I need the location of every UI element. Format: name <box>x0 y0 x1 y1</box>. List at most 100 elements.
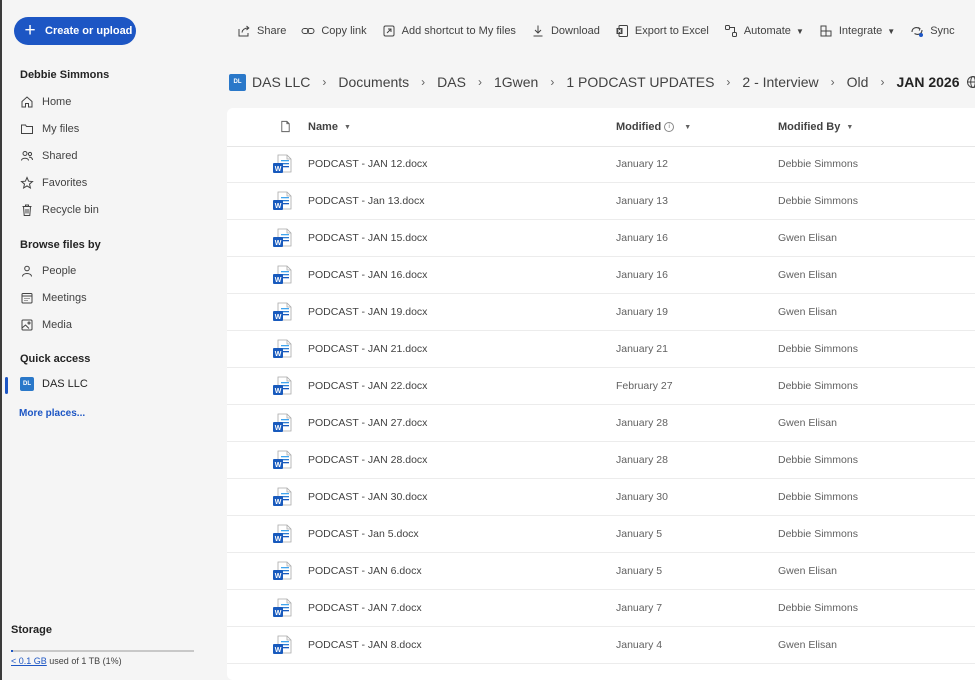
download-button[interactable]: Download <box>531 24 600 38</box>
file-row[interactable]: W PODCAST - JAN 7.docx January 7 Debbie Sim… <box>227 590 975 627</box>
sidebar-item-my-files[interactable]: My files <box>20 119 79 139</box>
breadcrumb-item[interactable]: 1Gwen <box>494 74 538 90</box>
file-row[interactable]: W PODCAST - JAN 28.docx January 28 Debbie S… <box>227 442 975 479</box>
file-name[interactable]: PODCAST - JAN 7.docx <box>308 602 422 614</box>
sidebar-item-shared[interactable]: Shared <box>20 146 77 166</box>
integrate-label: Integrate <box>838 25 883 37</box>
breadcrumb-item[interactable]: 1 PODCAST UPDATES <box>566 74 714 90</box>
share-button[interactable]: Share <box>237 24 286 38</box>
file-name[interactable]: PODCAST - Jan 5.docx <box>308 528 419 540</box>
sidebar-item-home[interactable]: Home <box>20 92 71 112</box>
svg-text:W: W <box>275 499 282 506</box>
svg-text:W: W <box>275 462 282 469</box>
sidebar-item-recycle-bin[interactable]: Recycle bin <box>20 200 99 220</box>
file-name[interactable]: PODCAST - JAN 22.docx <box>308 380 427 392</box>
breadcrumb-current: JAN 2026 <box>896 74 960 90</box>
file-modified: January 5 <box>616 565 663 577</box>
browse-files-by-heading: Browse files by <box>20 239 101 251</box>
file-name[interactable]: PODCAST - Jan 13.docx <box>308 195 425 207</box>
column-header-modified[interactable]: Modified i ▼ <box>616 121 691 133</box>
download-icon <box>533 25 543 37</box>
file-name[interactable]: PODCAST - JAN 6.docx <box>308 565 422 577</box>
file-modified-by: Debbie Simmons <box>778 158 858 170</box>
sidebar-item-meetings[interactable]: Meetings <box>20 288 87 308</box>
download-label: Download <box>550 25 600 37</box>
breadcrumb-item[interactable]: Old <box>847 74 869 90</box>
file-row[interactable]: W PODCAST - JAN 16.docx January 16 Gwen Eli… <box>227 257 975 294</box>
svg-text:W: W <box>275 203 282 210</box>
sidebar-item-media[interactable]: Media <box>20 315 72 335</box>
export-excel-button[interactable]: Export to Excel <box>615 24 709 38</box>
quick-access-label: DAS LLC <box>42 378 88 390</box>
file-modified: January 28 <box>616 454 668 466</box>
sidebar-item-people[interactable]: People <box>20 261 76 281</box>
file-modified: January 16 <box>616 269 668 281</box>
automate-icon <box>724 25 737 37</box>
file-row[interactable]: W PODCAST - JAN 27.docx January 28 Gwen Eli… <box>227 405 975 442</box>
file-name[interactable]: PODCAST - JAN 19.docx <box>308 306 427 318</box>
export-excel-label: Export to Excel <box>634 25 709 37</box>
word-document-icon: W <box>272 191 293 212</box>
chevron-down-icon: ▼ <box>684 123 692 131</box>
breadcrumb-item[interactable]: DAS LLC <box>252 74 310 90</box>
column-header-modified-by[interactable]: Modified By ▼ <box>778 121 853 133</box>
create-upload-button[interactable]: + Create or upload <box>14 17 136 45</box>
quick-access-das-llc[interactable]: DL DAS LLC <box>20 377 88 391</box>
svg-text:W: W <box>275 536 282 543</box>
file-row[interactable]: W PODCAST - JAN 15.docx January 16 Gwen Eli… <box>227 220 975 257</box>
people-icon <box>21 151 33 161</box>
integrate-dropdown[interactable]: Integrate ▼ <box>819 24 895 38</box>
file-modified: January 13 <box>616 195 668 207</box>
add-shortcut-button[interactable]: Add shortcut to My files <box>382 24 516 38</box>
automate-dropdown[interactable]: Automate ▼ <box>724 24 804 38</box>
chevron-right-icon: › <box>830 75 835 89</box>
chevron-down-icon: ▼ <box>887 26 896 36</box>
column-header-name[interactable]: Name ▼ <box>308 121 351 133</box>
file-row[interactable]: W PODCAST - JAN 12.docx January 12 Debbie S… <box>227 146 975 183</box>
calendar-icon <box>21 293 33 304</box>
chevron-right-icon: › <box>726 75 731 89</box>
copy-link-button[interactable]: Copy link <box>301 24 367 38</box>
chevron-down-icon: ▼ <box>795 26 804 36</box>
star-icon <box>20 176 34 190</box>
storage-rest: used of 1 TB (1%) <box>49 656 122 666</box>
chevron-right-icon: › <box>421 75 426 89</box>
sidebar-item-label: Home <box>42 96 72 108</box>
shortcut-icon <box>383 25 395 37</box>
info-icon[interactable]: i <box>664 122 675 132</box>
folder-icon <box>21 124 33 134</box>
file-row[interactable]: W PODCAST - Jan 13.docx January 13 Debbie S… <box>227 183 975 220</box>
breadcrumb-item[interactable]: 2 - Interview <box>742 74 818 90</box>
word-document-icon: W <box>272 524 293 545</box>
breadcrumb-item[interactable]: DAS <box>437 74 466 90</box>
storage-used-link[interactable]: < 0.1 GB <box>11 656 47 666</box>
file-name[interactable]: PODCAST - JAN 15.docx <box>308 232 427 244</box>
file-name[interactable]: PODCAST - JAN 16.docx <box>308 269 427 281</box>
word-document-icon: W <box>272 598 293 619</box>
file-row[interactable]: W PODCAST - JAN 8.docx January 4 Gwen Elisa… <box>227 627 975 664</box>
file-row[interactable]: W PODCAST - JAN 19.docx January 19 Gwen Eli… <box>227 294 975 331</box>
breadcrumb-item[interactable]: Documents <box>338 74 409 90</box>
file-name[interactable]: PODCAST - JAN 27.docx <box>308 417 427 429</box>
sync-button[interactable]: Sync <box>910 24 955 38</box>
file-row[interactable]: W PODCAST - JAN 30.docx January 30 Debbie S… <box>227 479 975 516</box>
sidebar-item-label: Favorites <box>42 177 88 189</box>
file-row[interactable]: W PODCAST - Jan 5.docx January 5 Debbie Sim… <box>227 516 975 553</box>
column-header-name-label: Name <box>308 121 338 133</box>
share-icon <box>238 25 250 37</box>
quick-access-heading: Quick access <box>20 353 91 365</box>
file-name[interactable]: PODCAST - JAN 21.docx <box>308 343 427 355</box>
file-type-icon[interactable] <box>279 120 292 133</box>
file-row[interactable]: W PODCAST - JAN 22.docx February 27 Debbie … <box>227 368 975 405</box>
sidebar-item-favorites[interactable]: Favorites <box>20 173 87 193</box>
sidebar-item-label: Shared <box>42 150 78 162</box>
chevron-right-icon: › <box>880 75 885 89</box>
file-name[interactable]: PODCAST - JAN 30.docx <box>308 491 427 503</box>
globe-icon[interactable] <box>966 75 975 89</box>
file-name[interactable]: PODCAST - JAN 28.docx <box>308 454 427 466</box>
more-places-link[interactable]: More places... <box>19 408 85 419</box>
file-name[interactable]: PODCAST - JAN 12.docx <box>308 158 427 170</box>
file-row[interactable]: W PODCAST - JAN 6.docx January 5 Gwen Elisa… <box>227 553 975 590</box>
file-name[interactable]: PODCAST - JAN 8.docx <box>308 639 422 651</box>
file-row[interactable]: W PODCAST - JAN 21.docx January 21 Debbie S… <box>227 331 975 368</box>
